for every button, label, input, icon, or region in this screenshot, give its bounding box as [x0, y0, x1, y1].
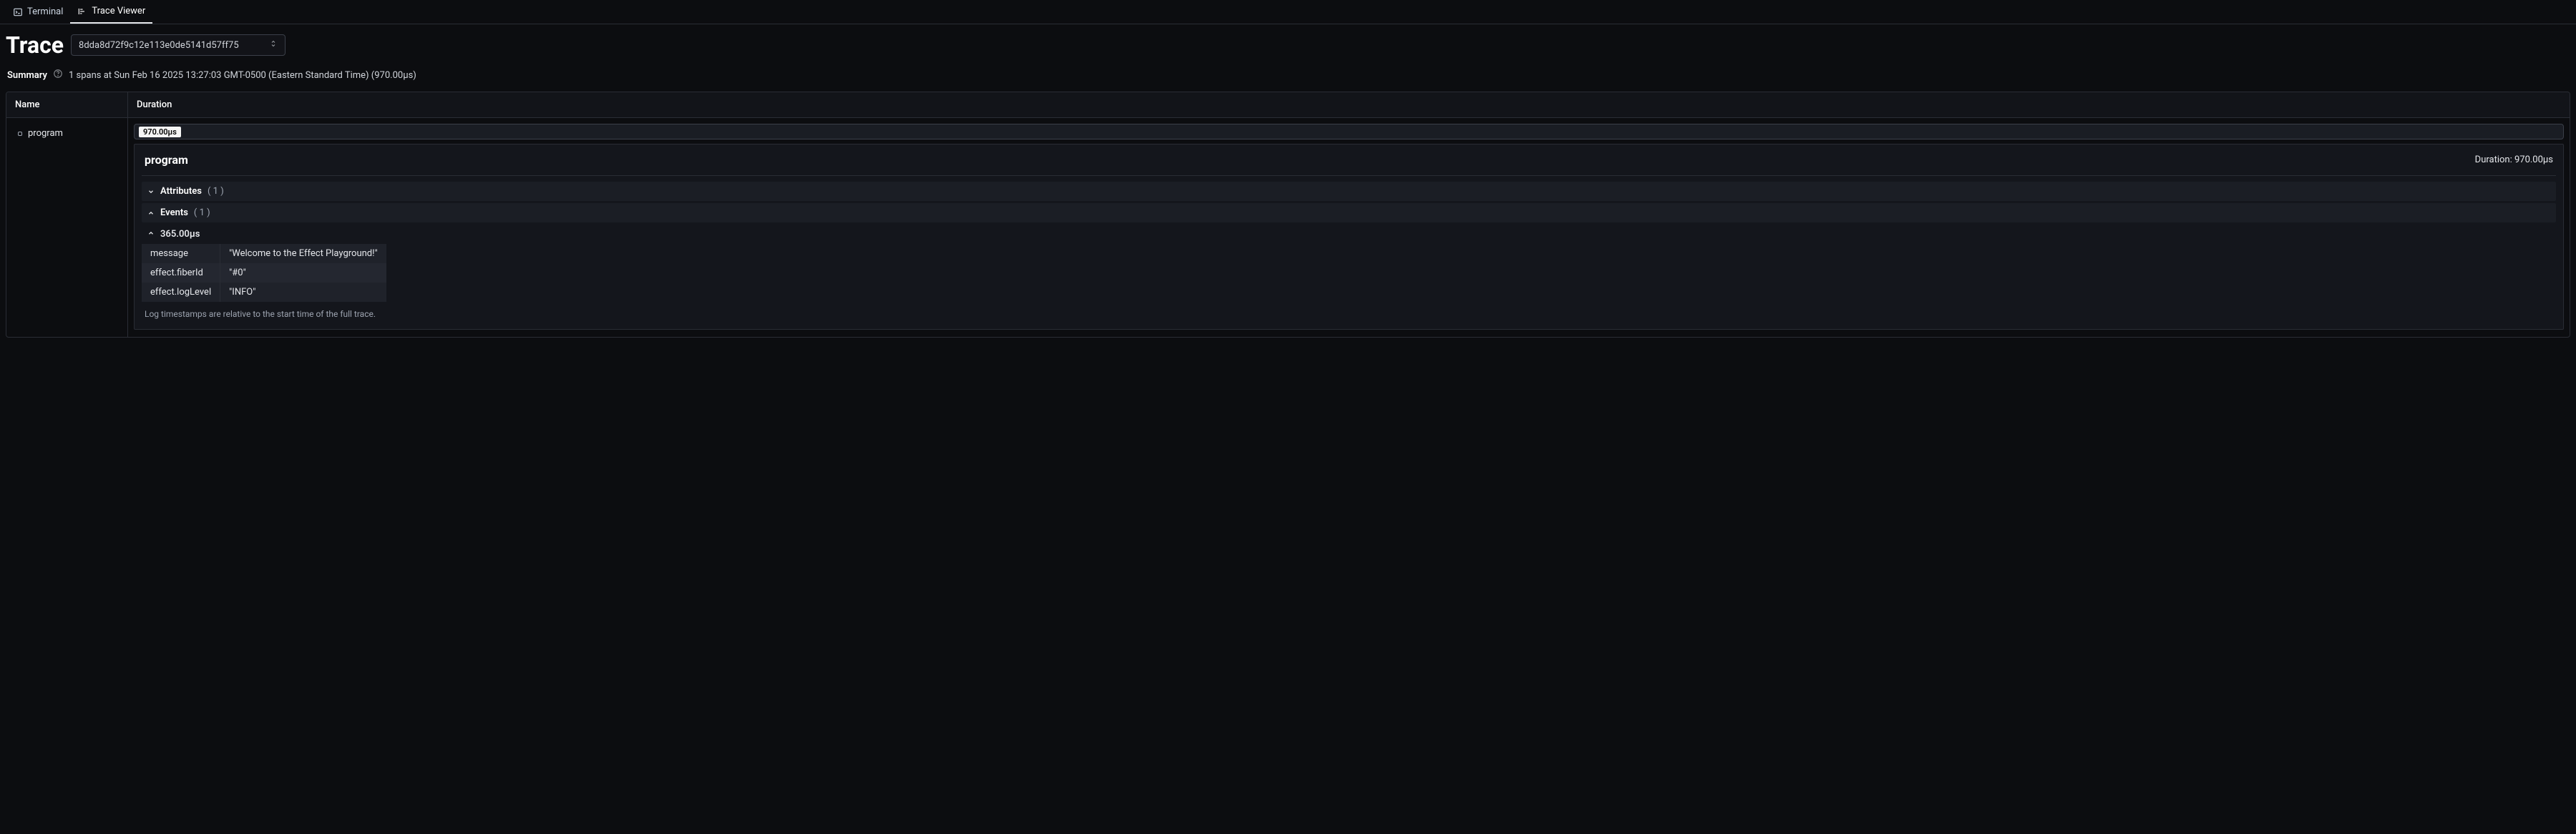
trace-select-value: 8dda8d72f9c12e113e0de5141d57ff75 — [79, 40, 239, 51]
span-detail-card: program Duration: 970.00µs Attributes ( … — [134, 144, 2564, 330]
trace-panel: Name Duration program 970.00µs program D… — [6, 92, 2570, 338]
section-attributes-count: ( 1 ) — [208, 186, 224, 197]
summary: Summary 1 spans at Sun Feb 16 2025 13:27… — [0, 66, 2576, 92]
section-events-count: ( 1 ) — [194, 207, 210, 218]
span-row-program[interactable]: program — [12, 125, 122, 142]
attr-key: effect.logLevel — [142, 283, 220, 302]
event-attributes-table: message"Welcome to the Effect Playground… — [142, 244, 386, 302]
span-name: program — [28, 128, 63, 139]
footnote: Log timestamps are relative to the start… — [142, 308, 2556, 320]
timeline-bar: 970.00µs — [139, 127, 181, 137]
summary-label: Summary — [7, 70, 47, 81]
event-row[interactable]: 365.00µs — [142, 225, 2556, 244]
span-detail-pane: 970.00µs program Duration: 970.00µs Attr… — [128, 118, 2570, 337]
column-duration: Duration — [128, 92, 2570, 117]
chevron-up-icon — [147, 210, 155, 217]
event-timestamp: 365.00µs — [160, 229, 200, 240]
section-attributes-title: Attributes — [160, 186, 202, 197]
detail-span-name: program — [145, 153, 188, 167]
top-tabs: Terminal Trace Viewer — [0, 0, 2576, 24]
chevron-up-down-icon — [269, 39, 278, 51]
column-name: Name — [6, 92, 128, 117]
section-events[interactable]: Events ( 1 ) — [142, 203, 2556, 222]
attr-value: "Welcome to the Effect Playground!" — [220, 244, 386, 263]
table-row: message"Welcome to the Effect Playground… — [142, 244, 386, 263]
span-tree: program — [6, 118, 128, 337]
terminal-icon — [13, 7, 23, 17]
detail-duration: Duration: 970.00µs — [2475, 154, 2553, 165]
panel-header: Name Duration — [6, 92, 2570, 118]
attr-value: "INFO" — [220, 283, 386, 302]
page-title: Trace — [6, 31, 64, 59]
tab-terminal[interactable]: Terminal — [6, 0, 70, 24]
chevron-down-icon — [147, 188, 155, 195]
trace-select[interactable]: 8dda8d72f9c12e113e0de5141d57ff75 — [71, 34, 286, 56]
tab-trace-viewer[interactable]: Trace Viewer — [70, 0, 152, 24]
section-events-title: Events — [160, 207, 188, 218]
tab-terminal-label: Terminal — [27, 6, 63, 17]
table-row: effect.logLevel"INFO" — [142, 283, 386, 302]
toolbar: Trace 8dda8d72f9c12e113e0de5141d57ff75 — [0, 24, 2576, 66]
gantt-icon — [77, 6, 87, 16]
attr-key: message — [142, 244, 220, 263]
attr-value: "#0" — [220, 263, 386, 283]
summary-text: 1 spans at Sun Feb 16 2025 13:27:03 GMT-… — [69, 70, 416, 81]
table-row: effect.fiberId"#0" — [142, 263, 386, 283]
help-icon[interactable] — [53, 69, 63, 82]
span-bullet-icon — [18, 132, 22, 136]
attr-key: effect.fiberId — [142, 263, 220, 283]
chevron-up-icon — [147, 229, 155, 240]
timeline[interactable]: 970.00µs — [134, 124, 2564, 139]
tab-trace-viewer-label: Trace Viewer — [92, 6, 145, 16]
section-attributes[interactable]: Attributes ( 1 ) — [142, 182, 2556, 201]
